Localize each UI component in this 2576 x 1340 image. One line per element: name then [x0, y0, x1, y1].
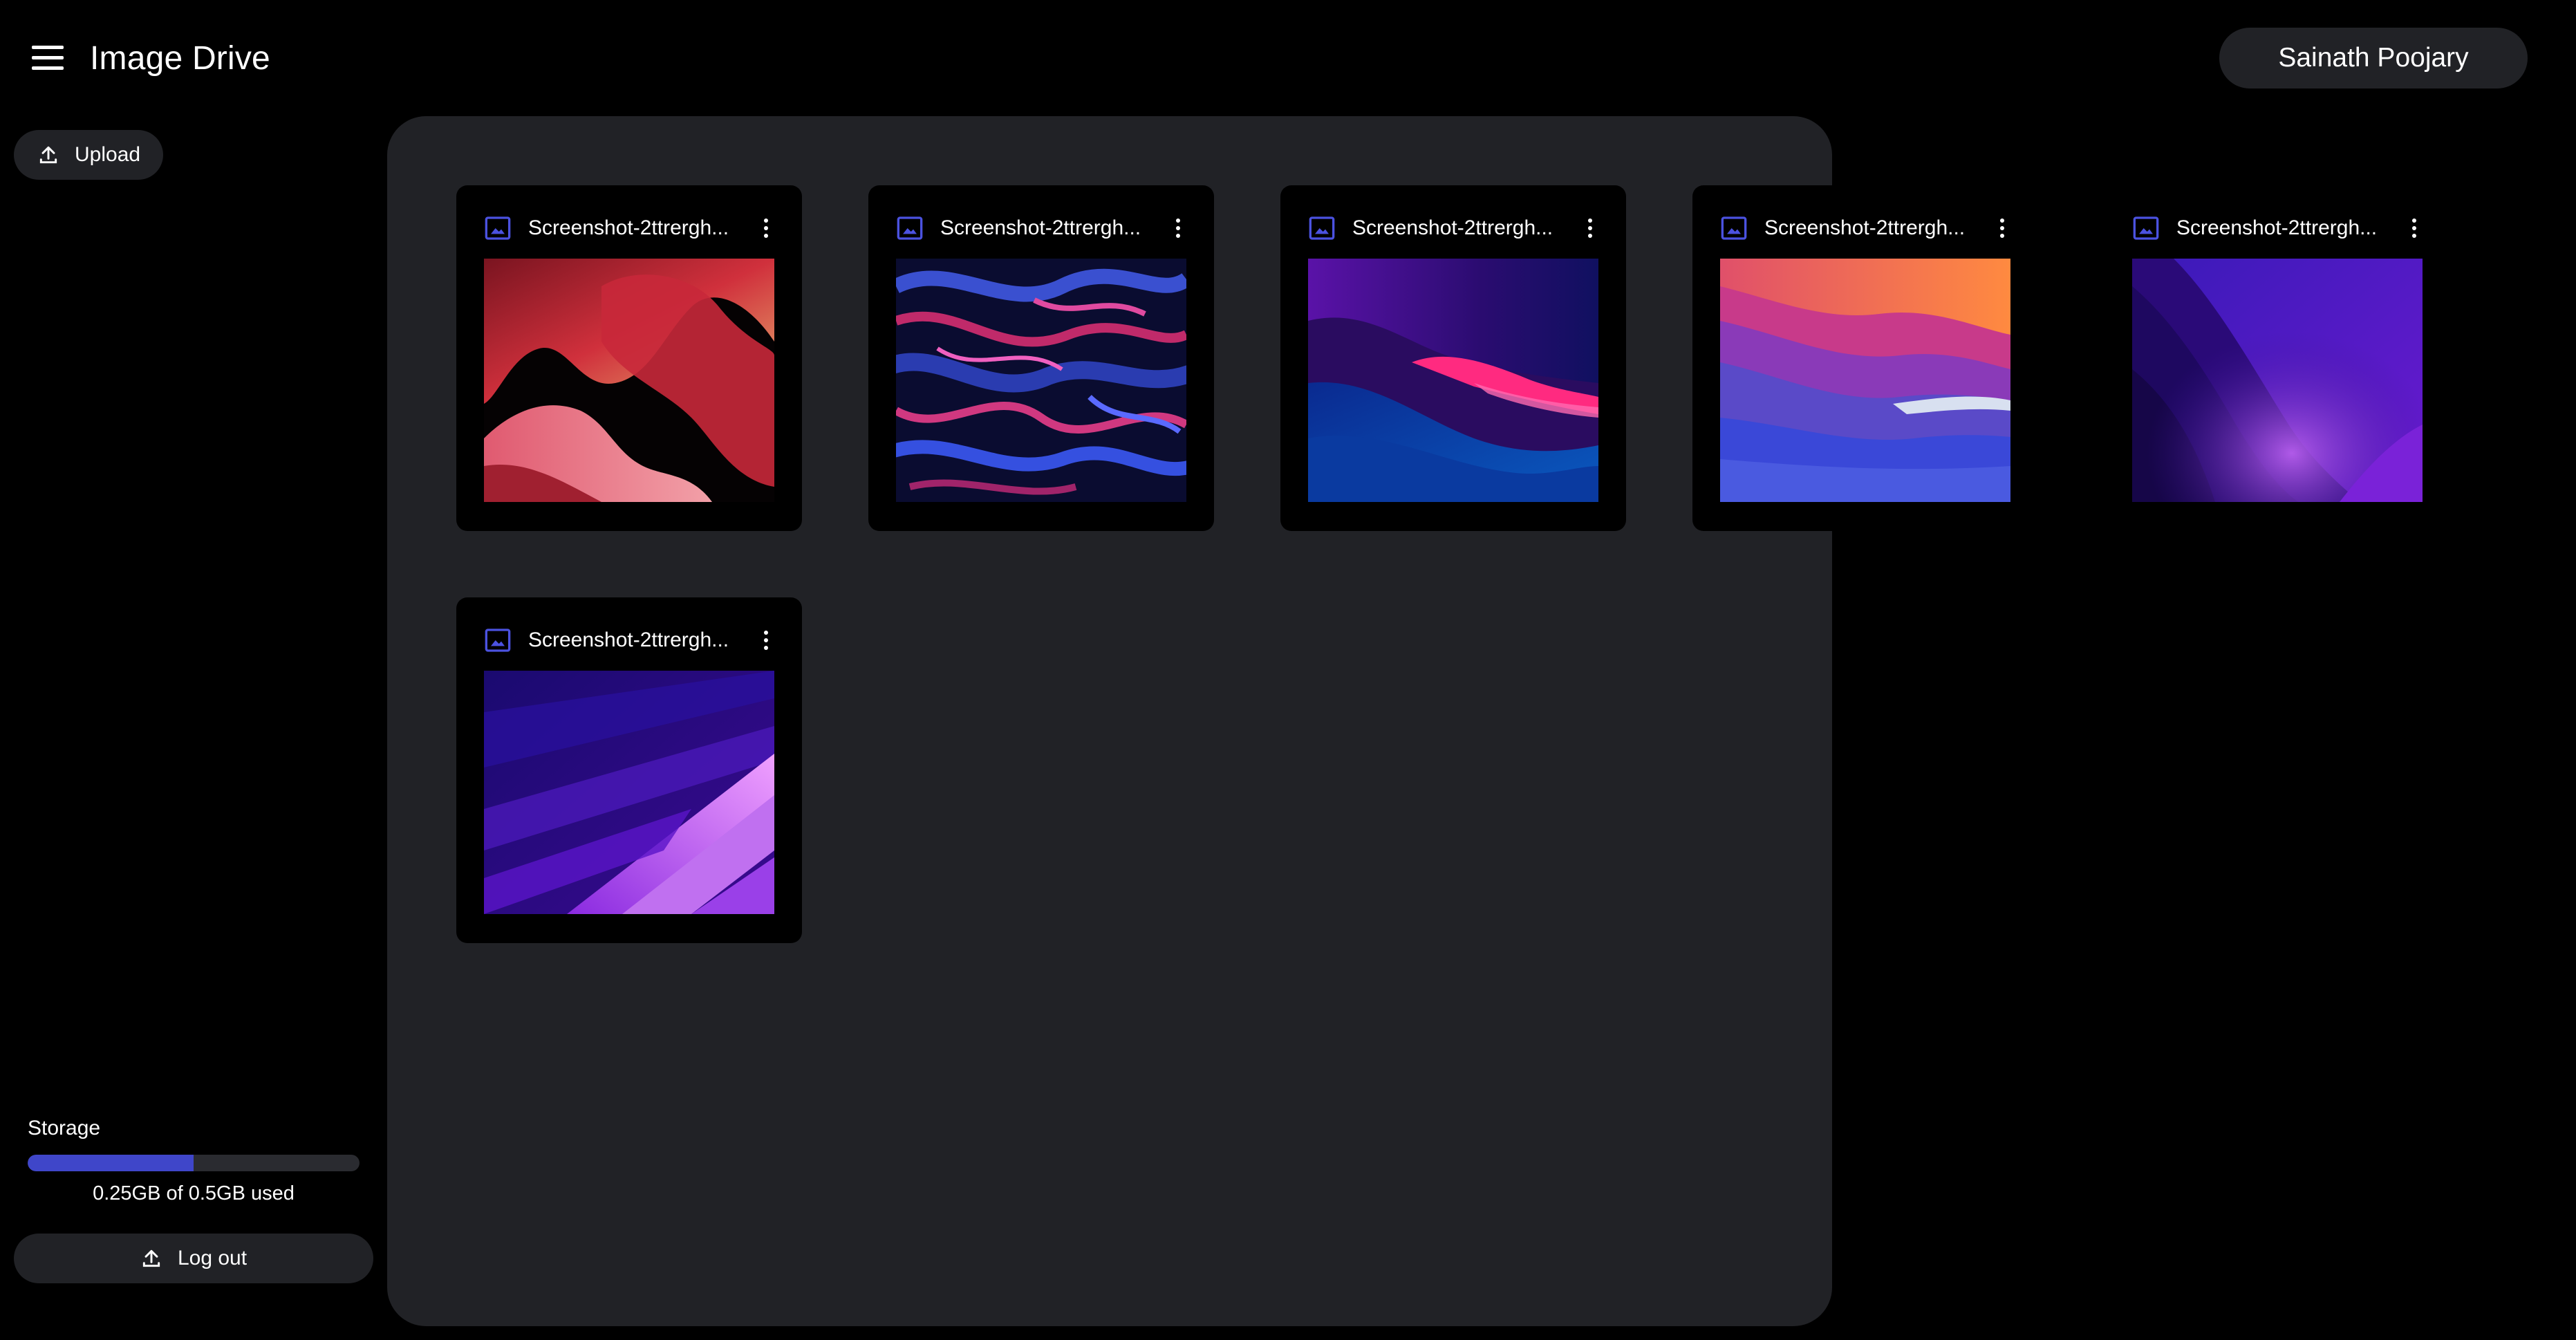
user-account-button[interactable]: Sainath Poojary — [2219, 28, 2528, 89]
file-card-header: Screenshot-2ttrergh... — [1720, 210, 2010, 246]
storage-usage-text: 0.25GB of 0.5GB used — [93, 1182, 295, 1204]
image-thumbnail[interactable] — [2132, 259, 2423, 502]
image-thumbnail[interactable] — [484, 671, 774, 914]
storage-progress-fill — [28, 1155, 194, 1171]
image-icon — [1721, 216, 1747, 240]
image-icon — [485, 629, 511, 652]
image-thumbnail[interactable] — [1308, 259, 1598, 502]
image-icon — [2133, 216, 2159, 240]
file-card[interactable]: Screenshot-2ttrergh... — [1692, 185, 2038, 531]
file-name: Screenshot-2ttrergh... — [940, 216, 1141, 239]
upload-button[interactable]: Upload — [14, 130, 163, 180]
logout-button[interactable]: Log out — [14, 1234, 373, 1283]
file-card[interactable]: Screenshot-2ttrergh... — [456, 597, 802, 943]
file-name: Screenshot-2ttrergh... — [528, 629, 729, 651]
file-card-header: Screenshot-2ttrergh... — [484, 622, 774, 658]
more-options-icon[interactable] — [2406, 214, 2423, 242]
image-thumbnail[interactable] — [484, 259, 774, 502]
file-card-header: Screenshot-2ttrergh... — [1308, 210, 1598, 246]
image-thumbnail[interactable] — [896, 259, 1186, 502]
more-options-icon[interactable] — [758, 626, 774, 654]
app-title: Image Drive — [90, 40, 270, 77]
file-card-header: Screenshot-2ttrergh... — [484, 210, 774, 246]
more-options-icon[interactable] — [1994, 214, 2010, 242]
hamburger-menu-icon[interactable] — [28, 41, 69, 76]
upload-label: Upload — [75, 143, 141, 166]
file-card[interactable]: Screenshot-2ttrergh... — [2104, 185, 2450, 531]
more-options-icon[interactable] — [758, 214, 774, 242]
file-name: Screenshot-2ttrergh... — [1352, 216, 1553, 239]
logout-icon — [142, 1249, 160, 1267]
more-options-icon[interactable] — [1582, 214, 1598, 242]
file-name: Screenshot-2ttrergh... — [2176, 216, 2378, 239]
file-grid-panel: Screenshot-2ttrergh... Screenshot-2ttrer… — [387, 116, 2450, 1326]
upload-icon — [39, 146, 57, 164]
more-options-icon[interactable] — [1170, 214, 1186, 242]
image-icon — [897, 216, 923, 240]
storage-label: Storage — [28, 1117, 101, 1139]
file-name: Screenshot-2ttrergh... — [1764, 216, 1966, 239]
file-name: Screenshot-2ttrergh... — [528, 216, 729, 239]
app-header: Image Drive Sainath Poojary — [0, 0, 2576, 116]
storage-progress-bar — [28, 1155, 360, 1171]
image-thumbnail[interactable] — [1720, 259, 2010, 502]
file-card[interactable]: Screenshot-2ttrergh... — [1280, 185, 1626, 531]
image-icon — [485, 216, 511, 240]
image-icon — [1309, 216, 1335, 240]
file-card-header: Screenshot-2ttrergh... — [896, 210, 1186, 246]
logout-label: Log out — [177, 1247, 248, 1269]
file-card-header: Screenshot-2ttrergh... — [2132, 210, 2423, 246]
file-card[interactable]: Screenshot-2ttrergh... — [456, 185, 802, 531]
file-card[interactable]: Screenshot-2ttrergh... — [868, 185, 1214, 531]
